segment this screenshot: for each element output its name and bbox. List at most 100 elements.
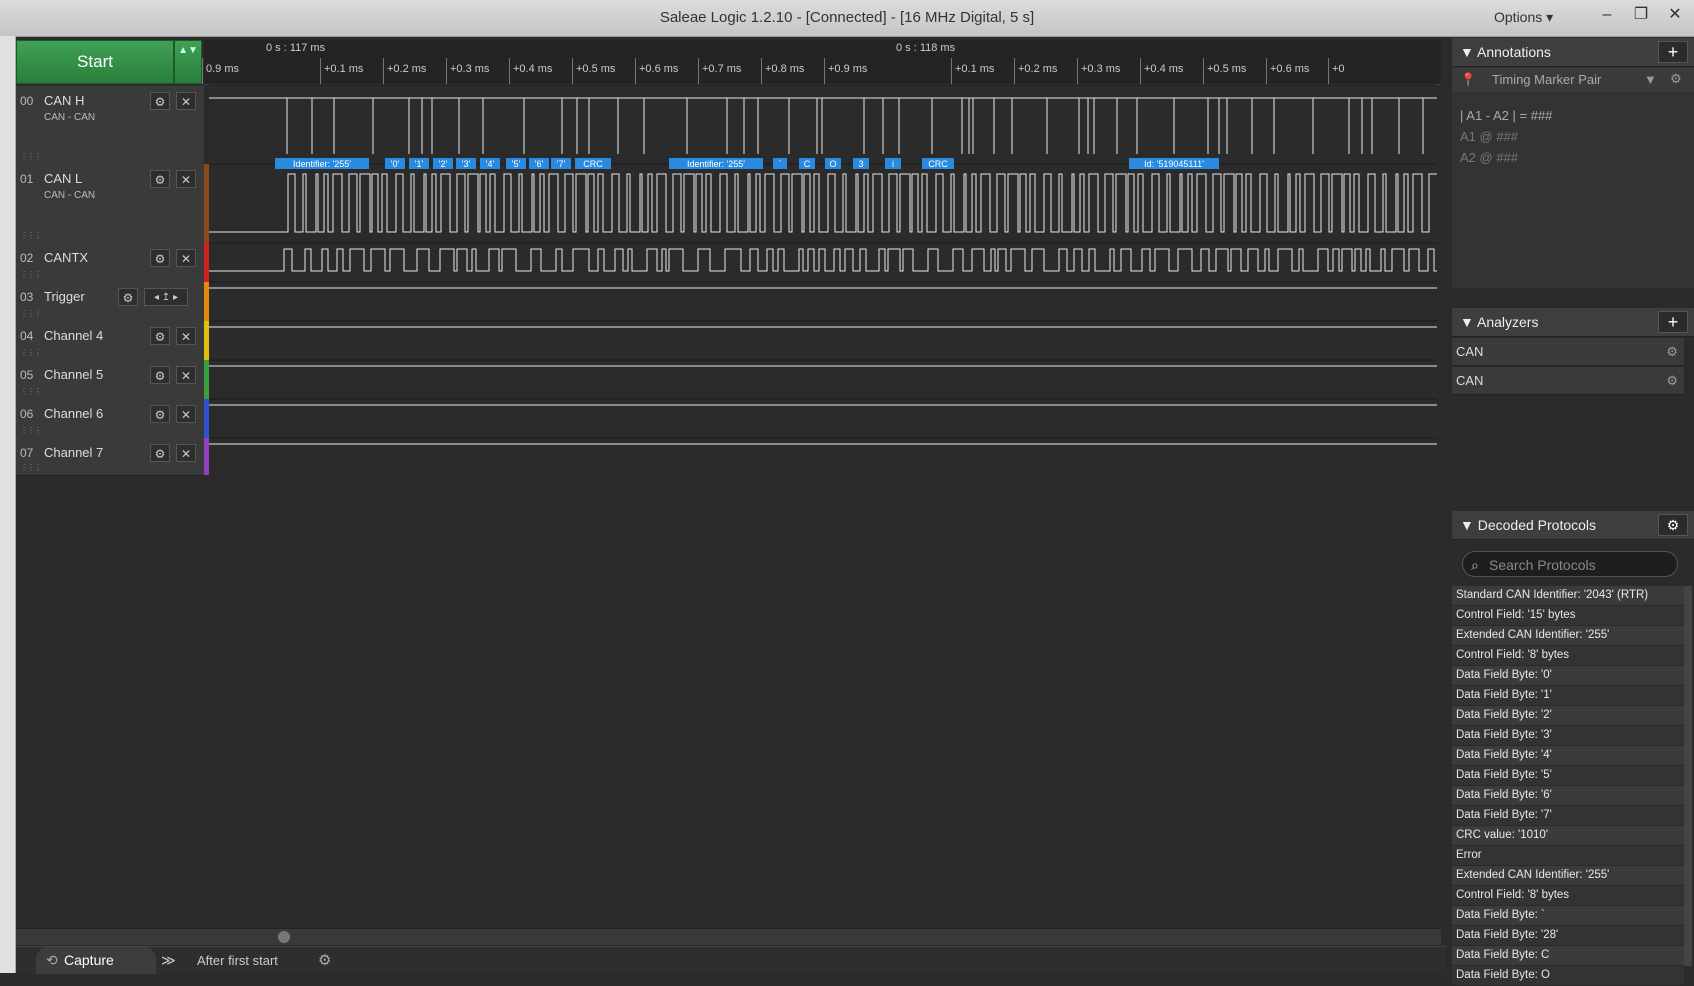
channel-name[interactable]: Channel 6 [44,406,103,421]
analyzer-item[interactable]: CAN ⚙ [1452,367,1684,395]
options-menu[interactable]: Options ▾ [1494,9,1553,26]
start-options-button[interactable]: ▲▼ [174,40,202,84]
decode-bubble-label: '0' [391,159,400,169]
close-icon[interactable]: ✕ [176,327,196,345]
decoded-list-item[interactable]: Data Field Byte: '7' [1452,806,1684,826]
channel-row[interactable]: 07 Channel 7 ⚙ ✕ ⋮⋮⋮ [16,438,204,476]
gear-icon[interactable]: ⚙ [150,92,170,110]
channel-row[interactable]: 02 CANTX ⚙ ✕ ⋮⋮⋮ [16,243,204,283]
decoded-list-item[interactable]: Data Field Byte: '28' [1452,926,1684,946]
decode-bubble-label: '3' [462,159,471,169]
channel-analyzer-label: CAN - CAN [44,112,96,123]
decoded-list-item[interactable]: Data Field Byte: '6' [1452,786,1684,806]
close-icon[interactable]: ✕ [176,444,196,462]
channel-name[interactable]: Trigger [44,289,85,304]
capture-icon: ⟲ [46,952,58,968]
decoded-list-item[interactable]: Data Field Byte: C [1452,946,1684,966]
gear-icon[interactable]: ⚙ [318,951,331,969]
gear-icon[interactable]: ⚙ [150,405,170,423]
forward-icon[interactable]: ≫ [161,952,176,969]
decoded-list-item[interactable]: Data Field Byte: ` [1452,906,1684,926]
horizontal-scrollbar[interactable] [16,928,1441,945]
minimize-icon[interactable]: – [1590,0,1624,30]
collapse-icon[interactable]: ▼ [1452,517,1474,533]
decode-bubble-label: 3 [858,159,863,169]
channel-name[interactable]: Channel 5 [44,367,103,382]
analyzer-item[interactable]: CAN ⚙ [1452,338,1684,366]
channel-row[interactable]: 01 CAN L CAN - CAN ⚙ ✕ ⋮⋮⋮ [16,164,204,244]
decoded-list-item[interactable]: Standard CAN Identifier: '2043' (RTR) [1452,586,1684,606]
close-icon[interactable]: ✕ [176,249,196,267]
ruler-tick [202,58,203,84]
drag-handle-icon[interactable]: ⋮⋮⋮ [20,152,42,161]
scroll-thumb[interactable] [278,931,290,943]
channel-name[interactable]: CAN L [44,171,82,186]
gear-icon[interactable]: ⚙ [150,170,170,188]
start-button[interactable]: Start [16,40,174,84]
filter-icon[interactable]: ▼ [1644,72,1657,87]
decoded-list-item[interactable]: Control Field: '8' bytes [1452,646,1684,666]
gear-icon[interactable]: ⚙ [150,444,170,462]
decoded-list-item[interactable]: Data Field Byte: '3' [1452,726,1684,746]
drag-handle-icon[interactable]: ⋮⋮⋮ [20,270,42,279]
analyzers-header: ▼ Analyzers + [1452,308,1694,337]
channel-name[interactable]: CANTX [44,250,88,265]
close-icon[interactable]: ✕ [1658,0,1692,30]
decode-bubble-label: O [829,159,836,169]
close-icon[interactable]: ✕ [176,405,196,423]
decoded-scrollbar[interactable] [1684,586,1692,966]
gear-icon[interactable]: ⚙ [1666,367,1678,395]
search-placeholder: Search Protocols [1489,557,1596,573]
decoded-list-item[interactable]: Data Field Byte: '5' [1452,766,1684,786]
close-icon[interactable]: ✕ [176,170,196,188]
decoded-list-item[interactable]: Extended CAN Identifier: '255' [1452,626,1684,646]
channel-name[interactable]: CAN H [44,93,84,108]
drag-handle-icon[interactable]: ⋮⋮⋮ [20,231,42,240]
marker-pair-row[interactable]: 📍 Timing Marker Pair ▼ ⚙ [1452,68,1694,92]
decoded-list-item[interactable]: Error [1452,846,1684,866]
channel-row[interactable]: 05 Channel 5 ⚙ ✕ ⋮⋮⋮ [16,360,204,400]
decoded-list-item[interactable]: CRC value: '1010' [1452,826,1684,846]
decode-bubble-label: '1' [415,159,424,169]
cantx-signal [209,248,1437,272]
search-protocols-input[interactable]: ⌕ Search Protocols [1462,551,1678,577]
gear-icon[interactable]: ⚙ [1658,514,1688,536]
decoded-list-item[interactable]: Control Field: '15' bytes [1452,606,1684,626]
drag-handle-icon[interactable]: ⋮⋮⋮ [20,426,42,435]
trigger-mode[interactable]: After first start [197,953,278,968]
add-analyzer-button[interactable]: + [1658,311,1688,333]
channel-row[interactable]: 03 Trigger ⚙ ◂ ↥ ▸ ⋮⋮⋮ [16,282,204,322]
channel-row[interactable]: 00 CAN H CAN - CAN ⚙ ✕ ⋮⋮⋮ [16,86,204,165]
collapse-icon[interactable]: ▼ [1452,314,1474,330]
drag-handle-icon[interactable]: ⋮⋮⋮ [20,387,42,396]
gear-icon[interactable]: ⚙ [150,327,170,345]
channel-name[interactable]: Channel 7 [44,445,103,460]
decoded-list-item[interactable]: Data Field Byte: O [1452,966,1684,986]
gear-icon[interactable]: ⚙ [1670,71,1682,87]
channel-number: 00 [20,94,34,108]
channel-name[interactable]: Channel 4 [44,328,103,343]
channel-row[interactable]: 04 Channel 4 ⚙ ✕ ⋮⋮⋮ [16,321,204,361]
trigger-edge-selector[interactable]: ◂ ↥ ▸ [144,288,188,306]
collapse-icon[interactable]: ▼ [1452,44,1474,60]
drag-handle-icon[interactable]: ⋮⋮⋮ [20,348,42,357]
decoded-list-item[interactable]: Data Field Byte: '4' [1452,746,1684,766]
channel-row[interactable]: 06 Channel 6 ⚙ ✕ ⋮⋮⋮ [16,399,204,439]
decoded-list-item[interactable]: Control Field: '8' bytes [1452,886,1684,906]
gear-icon[interactable]: ⚙ [118,288,138,306]
decoded-list-item[interactable]: Extended CAN Identifier: '255' [1452,866,1684,886]
decoded-list-item[interactable]: Data Field Byte: '0' [1452,666,1684,686]
drag-handle-icon[interactable]: ⋮⋮⋮ [20,309,42,318]
restore-icon[interactable]: ❐ [1624,0,1658,30]
decoded-list-item[interactable]: Data Field Byte: '1' [1452,686,1684,706]
decoded-list-item[interactable]: Data Field Byte: '2' [1452,706,1684,726]
close-icon[interactable]: ✕ [176,92,196,110]
drag-handle-icon[interactable]: ⋮⋮⋮ [20,463,42,472]
close-icon[interactable]: ✕ [176,366,196,384]
gear-icon[interactable]: ⚙ [150,366,170,384]
tab-capture[interactable]: ⟲ Capture [36,947,156,974]
gear-icon[interactable]: ⚙ [150,249,170,267]
gear-icon[interactable]: ⚙ [1666,338,1678,366]
add-annotation-button[interactable]: + [1658,41,1688,63]
waveform-area[interactable]: Identifier: '255' '0' '1' '2' '3' '4' '5' '6' '7… [209,40,1441,510]
